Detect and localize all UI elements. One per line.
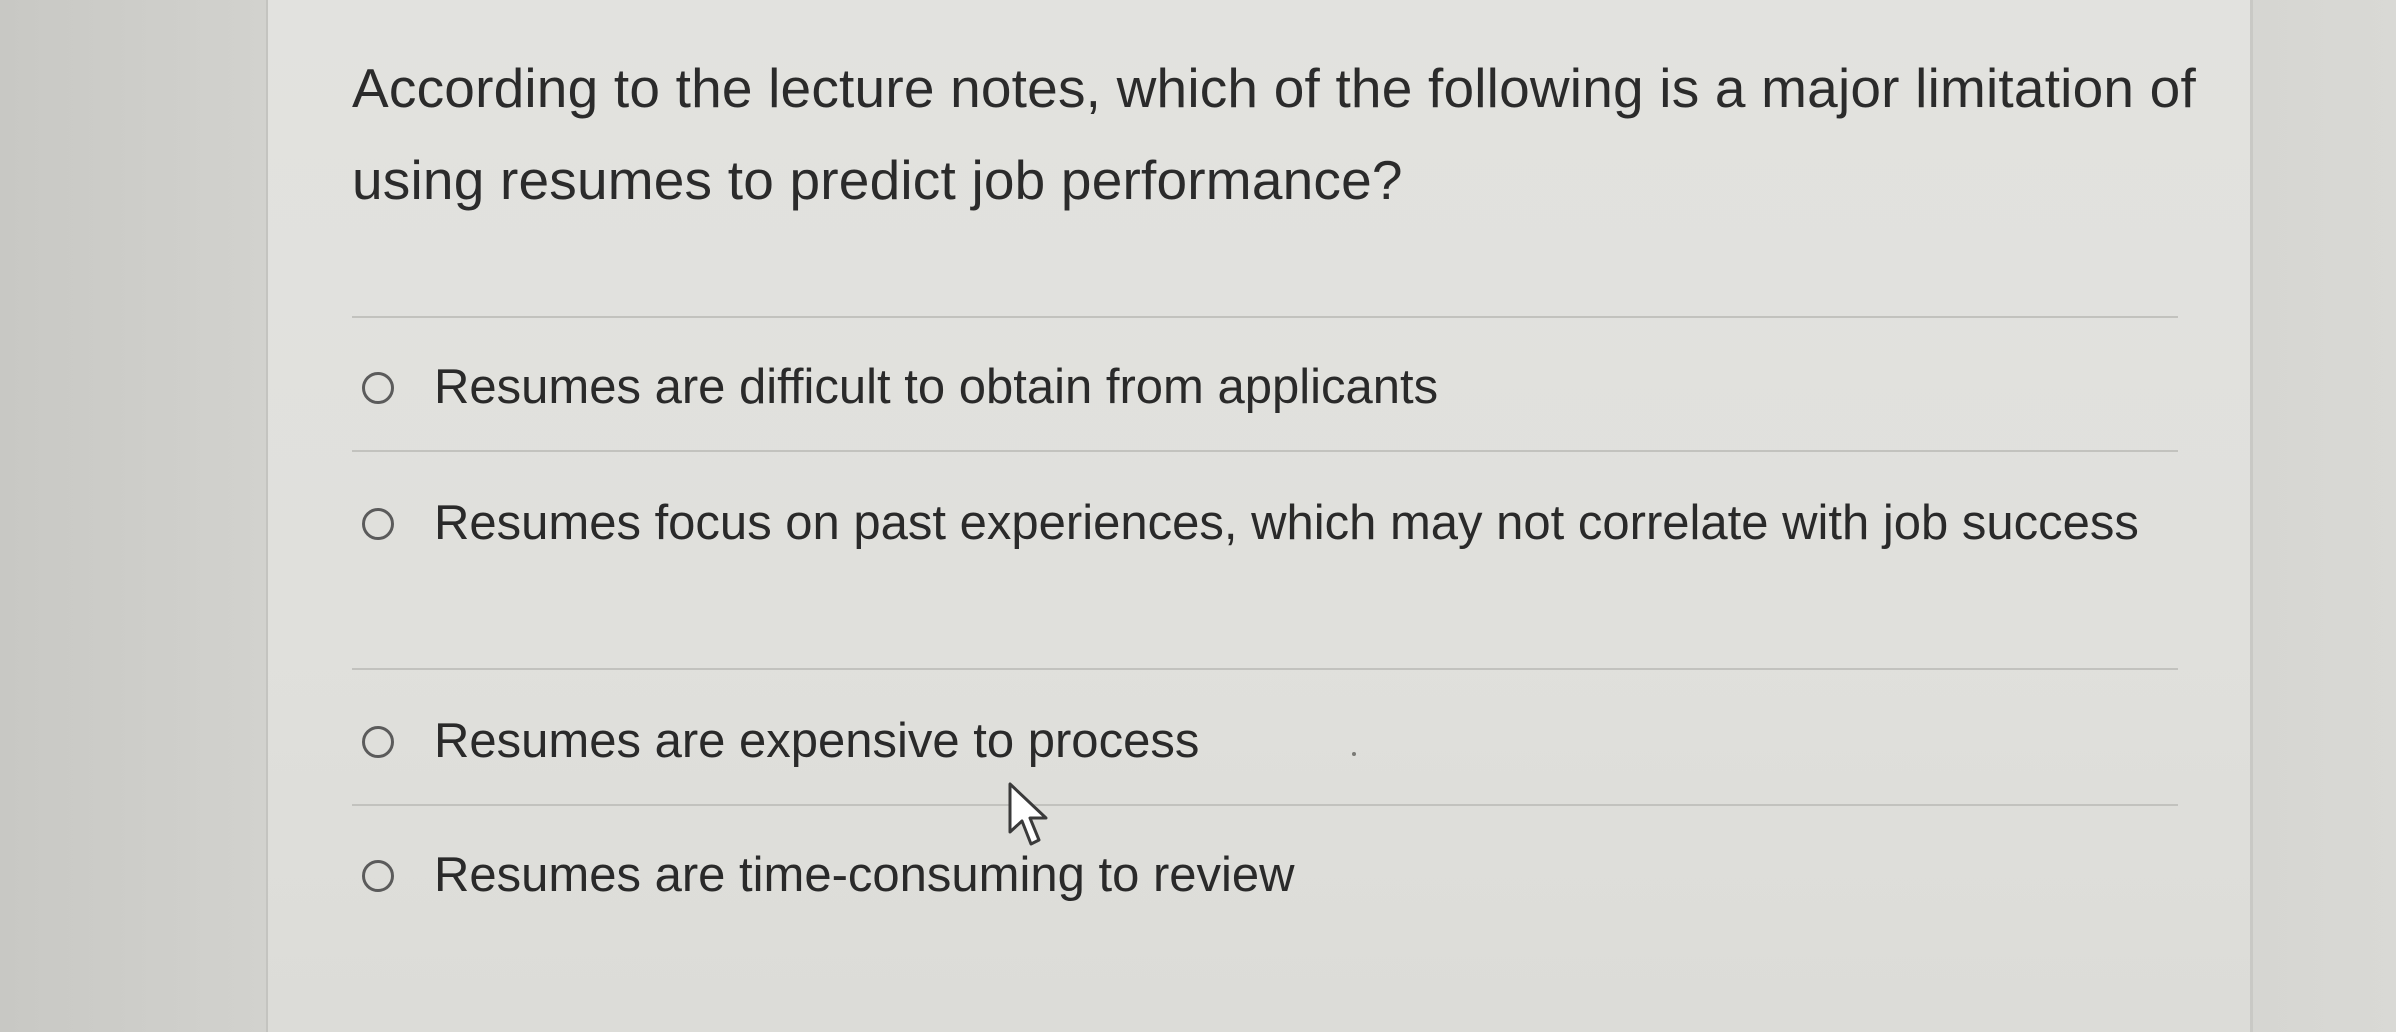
radio-unselected-icon[interactable] [362,508,394,540]
answer-option-4[interactable]: Resumes are time-consuming to review [362,836,2182,914]
answer-option-label: Resumes are time-consuming to review [434,848,1295,902]
mouse-pointer-icon [1008,782,1048,846]
answer-option-label: Resumes are difficult to obtain from app… [434,360,1439,414]
divider [352,450,2178,452]
answer-option-3[interactable]: Resumes are expensive to process [362,702,2182,780]
screen-speck [1352,752,1356,756]
question-text: According to the lecture notes, which of… [352,57,2196,211]
answer-option-label: Resumes focus on past experiences, which… [434,496,2139,550]
radio-unselected-icon[interactable] [362,372,394,404]
divider-top [352,316,2178,318]
divider [352,804,2178,806]
divider [352,668,2178,670]
right-margin [2253,0,2396,1032]
answer-option-2[interactable]: Resumes focus on past experiences, which… [362,484,2182,562]
radio-unselected-icon[interactable] [362,860,394,892]
radio-unselected-icon[interactable] [362,726,394,758]
answer-option-label: Resumes are expensive to process [434,714,1200,768]
answer-option-1[interactable]: Resumes are difficult to obtain from app… [362,348,2182,426]
left-margin [0,0,268,1032]
